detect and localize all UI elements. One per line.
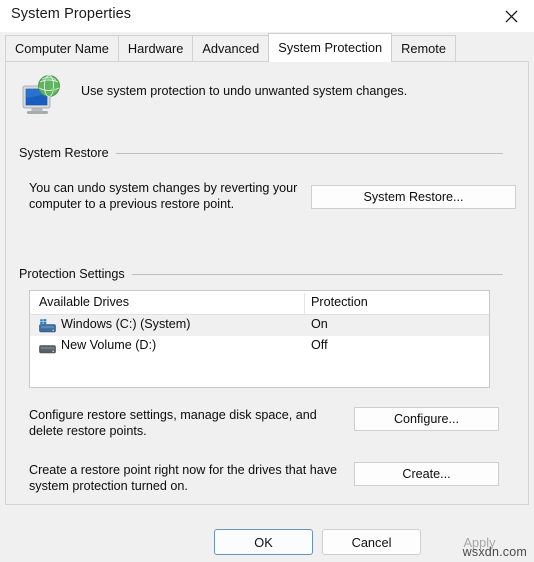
cancel-button[interactable]: Cancel (322, 529, 421, 555)
system-restore-group-label: System Restore (19, 146, 116, 160)
system-restore-description: You can undo system changes by reverting… (29, 181, 298, 211)
system-restore-group-rule (111, 153, 503, 154)
column-divider (304, 293, 305, 314)
tab-strip: Computer Name Hardware Advanced System P… (0, 32, 534, 62)
column-header-protection[interactable]: Protection (311, 295, 368, 309)
protection-settings-group-rule (129, 274, 503, 275)
tab-label: Remote (401, 41, 446, 56)
drive-name-cell: Windows (C:) (System) (61, 317, 191, 331)
tab-remote[interactable]: Remote (391, 35, 456, 62)
drive-name-cell: New Volume (D:) (61, 338, 157, 352)
windows-system-drive-icon (39, 319, 56, 333)
system-restore-button[interactable]: System Restore... (311, 185, 516, 209)
site-watermark: wsxdn.com (462, 545, 527, 559)
hard-drive-icon (39, 345, 56, 354)
configure-description: Configure restore settings, manage disk … (29, 408, 317, 438)
available-drives-listview[interactable]: Available Drives Protection Windows (C:)… (29, 290, 490, 388)
dialog-footer: OK Cancel Apply (0, 505, 534, 562)
close-icon (505, 10, 517, 22)
protection-settings-group-label: Protection Settings (19, 267, 132, 281)
table-row[interactable]: Windows (C:) (System) On (30, 315, 489, 336)
system-restore-button-label: System Restore... (363, 190, 464, 204)
window-title: System Properties (11, 6, 132, 22)
tab-label: System Protection (278, 40, 383, 55)
close-button[interactable] (488, 0, 534, 32)
system-protection-tab-page: Use system protection to undo unwanted s… (5, 61, 529, 505)
configure-button-label: Configure... (393, 412, 460, 426)
configure-button[interactable]: Configure... (354, 407, 499, 431)
system-protection-computer-globe-icon (22, 75, 60, 114)
create-description: Create a restore point right now for the… (29, 463, 338, 493)
tab-hardware[interactable]: Hardware (117, 35, 194, 62)
column-header-available-drives[interactable]: Available Drives (39, 295, 129, 309)
tab-label: Computer Name (15, 41, 109, 56)
page-header-description: Use system protection to undo unwanted s… (81, 84, 408, 98)
drive-protection-cell: Off (311, 338, 328, 352)
ok-button-label: OK (254, 534, 273, 550)
title-bar: System Properties (0, 0, 534, 32)
tab-system-protection[interactable]: System Protection (268, 33, 393, 62)
cancel-button-label: Cancel (351, 534, 392, 550)
tab-label: Advanced (202, 41, 260, 56)
ok-button[interactable]: OK (214, 529, 313, 555)
drive-protection-cell: On (311, 317, 328, 331)
page-header: Use system protection to undo unwanted s… (14, 72, 514, 120)
table-row[interactable]: New Volume (D:) Off (30, 336, 489, 357)
tab-computer-name[interactable]: Computer Name (5, 35, 119, 62)
tab-label: Hardware (127, 41, 184, 56)
tab-advanced[interactable]: Advanced (192, 35, 270, 62)
create-button[interactable]: Create... (354, 462, 499, 486)
create-button-label: Create... (402, 467, 451, 481)
system-properties-dialog: System Properties Computer Name Hardware… (0, 0, 534, 562)
listview-header-row: Available Drives Protection (30, 291, 489, 315)
